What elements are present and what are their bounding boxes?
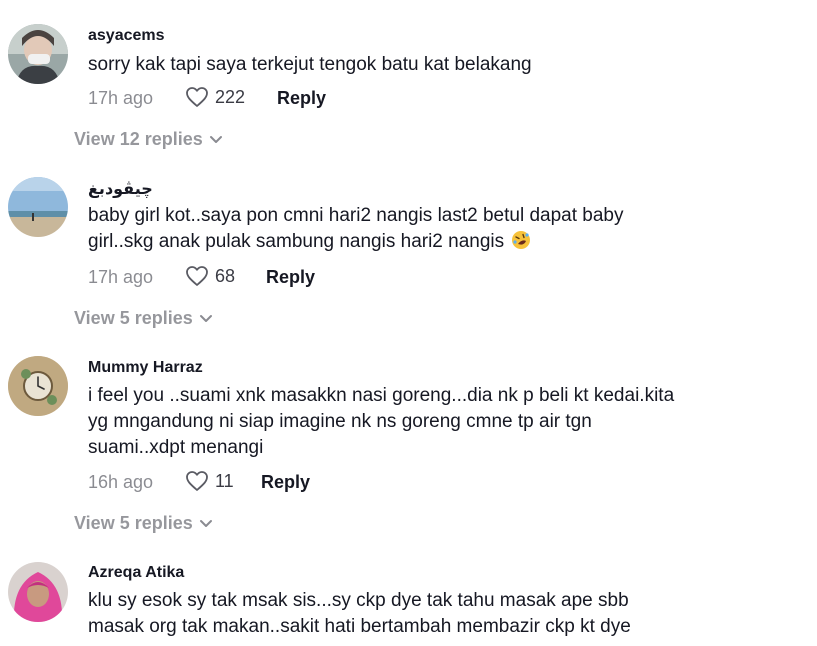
like-button[interactable]: 68 <box>185 265 235 287</box>
view-replies-label: View 12 replies <box>74 129 203 149</box>
comment-text-line: masak org tak makan..sakit hati bertamba… <box>88 616 631 637</box>
comment-text: klu sy esok sy tak msak sis...sy ckp dye… <box>88 588 768 640</box>
avatar[interactable] <box>8 356 68 416</box>
username[interactable]: asyacems <box>88 27 165 45</box>
like-count: 68 <box>215 265 236 286</box>
view-replies-button[interactable]: View 5 replies <box>74 513 213 534</box>
view-replies-button[interactable]: View 5 replies <box>74 308 213 329</box>
profile-photo-hijab-icon <box>8 562 68 622</box>
comment-text-line: suami..xdpt menangi <box>88 437 264 458</box>
avatar[interactable] <box>8 177 68 237</box>
heart-icon <box>186 266 208 286</box>
comment-text-line: yg mngandung ni siap imagine nk ns goren… <box>88 411 592 432</box>
heart-icon <box>186 471 208 491</box>
like-count: 222 <box>215 86 246 107</box>
heart-icon <box>186 87 208 107</box>
comment-text-line: i feel you ..suami xnk masakkn nasi gore… <box>88 385 675 406</box>
reply-button[interactable]: Reply <box>266 267 315 288</box>
view-replies-label: View 5 replies <box>74 513 193 533</box>
view-replies-button[interactable]: View 12 replies <box>74 129 223 150</box>
view-replies-label: View 5 replies <box>74 308 193 328</box>
profile-photo-clock-icon <box>8 356 68 416</box>
profile-photo-beach-icon <box>8 177 68 237</box>
chevron-down-icon <box>199 519 212 527</box>
username[interactable]: Mummy Harraz <box>88 359 203 377</box>
timestamp: 17h ago <box>88 88 154 108</box>
reply-button[interactable]: Reply <box>277 88 326 109</box>
comment-text-line: klu sy esok sy tak msak sis...sy ckp dye… <box>88 590 629 611</box>
profile-photo-person-icon <box>8 24 68 84</box>
timestamp: 17h ago <box>88 267 154 287</box>
comment-text: sorry kak tapi saya terkejut tengok batu… <box>88 52 768 78</box>
comment-text: baby girl kot..saya pon cmni hari2 nangi… <box>88 203 768 255</box>
username[interactable]: چيڤودبغ <box>88 179 153 199</box>
comment-text-line: baby girl kot..saya pon cmni hari2 nangi… <box>88 205 624 226</box>
username[interactable]: Azreqa Atika <box>88 564 184 582</box>
comment-text-line-wrap: girl..skg anak pulak sambung nangis hari… <box>88 229 768 255</box>
like-count: 11 <box>215 470 234 491</box>
like-button[interactable]: 11 <box>185 470 234 492</box>
reply-button[interactable]: Reply <box>261 472 310 493</box>
rolling-on-floor-laughing-emoji-icon <box>512 231 531 249</box>
chevron-down-icon <box>209 135 222 143</box>
like-button[interactable]: 222 <box>185 86 245 108</box>
timestamp: 16h ago <box>88 472 154 492</box>
avatar[interactable] <box>8 24 68 84</box>
comment-text-line: sorry kak tapi saya terkejut tengok batu… <box>88 54 532 75</box>
comment-text-line: girl..skg anak pulak sambung nangis hari… <box>88 231 505 252</box>
comment-text: i feel you ..suami xnk masakkn nasi gore… <box>88 383 768 461</box>
avatar[interactable] <box>8 562 68 622</box>
chevron-down-icon <box>199 314 212 322</box>
